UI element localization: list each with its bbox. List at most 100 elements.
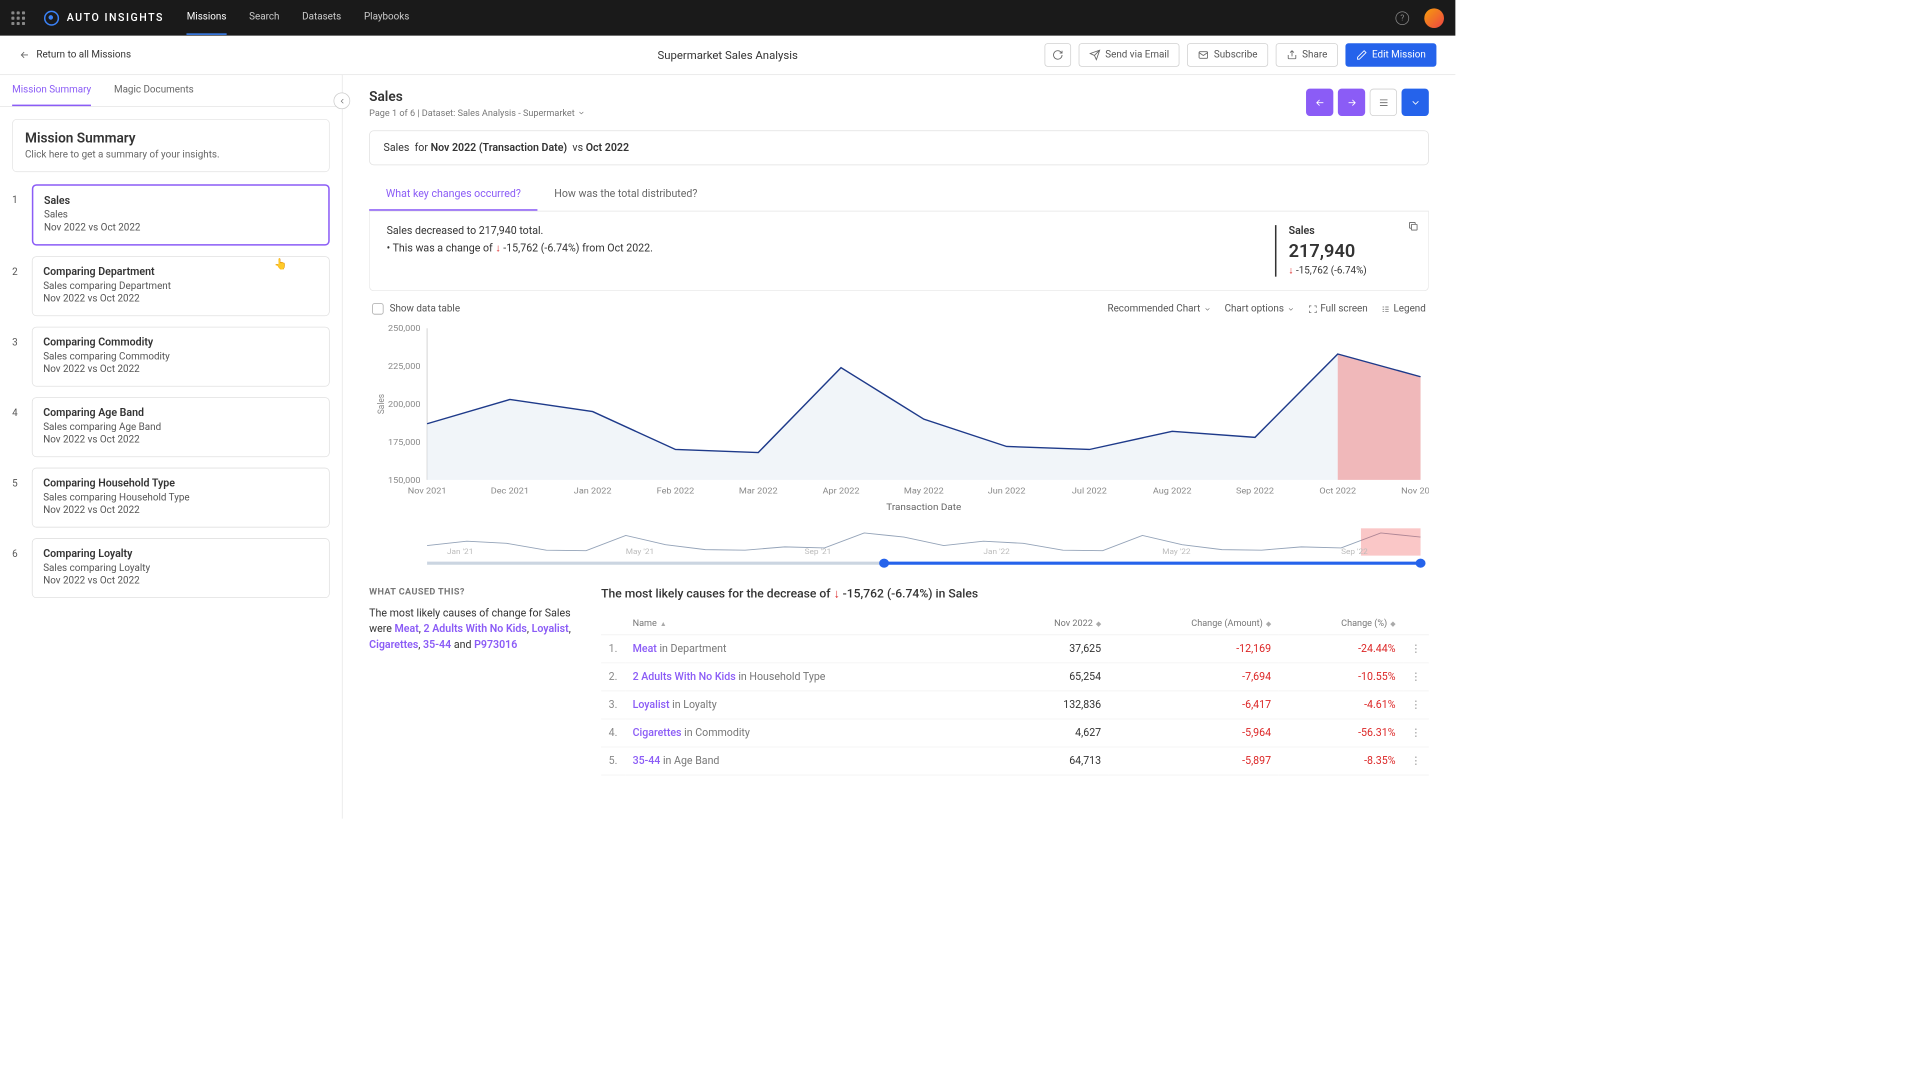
prev-page-button[interactable] <box>1306 89 1333 116</box>
table-row[interactable]: 2. 2 Adults With No Kids in Household Ty… <box>601 663 1429 691</box>
nav-missions[interactable]: Missions <box>187 1 227 35</box>
list-view-button[interactable] <box>1370 89 1397 116</box>
nav-datasets[interactable]: Datasets <box>302 1 341 35</box>
sort-icon: ◆ <box>1266 621 1271 629</box>
share-button[interactable]: Share <box>1276 43 1338 66</box>
insight-line: Sales decreased to 217,940 total. <box>387 225 653 237</box>
expand-button[interactable] <box>1402 89 1429 116</box>
collapse-sidebar-button[interactable] <box>334 92 351 109</box>
avatar[interactable] <box>1424 8 1444 28</box>
svg-text:Transaction Date: Transaction Date <box>886 502 961 513</box>
legend-button[interactable]: Legend <box>1381 303 1425 314</box>
insight-card-2[interactable]: Comparing Commodity Sales comparing Comm… <box>32 327 330 387</box>
row-menu-button[interactable]: ⋮ <box>1403 719 1429 747</box>
insight-card-1[interactable]: Comparing Department Sales comparing Dep… <box>32 256 330 316</box>
return-link[interactable]: Return to all Missions <box>19 49 131 60</box>
subscribe-button[interactable]: Subscribe <box>1187 43 1268 66</box>
main-chart[interactable]: 150,000175,000200,000225,000250,000Sales… <box>369 321 1429 518</box>
svg-text:150,000: 150,000 <box>388 476 421 486</box>
causes-table-title: The most likely causes for the decrease … <box>601 586 1429 601</box>
logo-icon <box>44 10 59 25</box>
svg-text:May '22: May '22 <box>1162 547 1191 556</box>
fullscreen-button[interactable]: Full screen <box>1308 303 1368 314</box>
table-row[interactable]: 5. 35-44 in Age Band 64,713 -5,897 -8.35… <box>601 747 1429 775</box>
insight-panel: Sales decreased to 217,940 total. • This… <box>369 211 1429 291</box>
down-arrow-icon: ↓ <box>1289 265 1296 276</box>
col-nov[interactable]: Nov 2022◆ <box>997 612 1108 635</box>
topbar: AUTO INSIGHTS Missions Search Datasets P… <box>0 0 1455 36</box>
show-table-checkbox[interactable] <box>372 303 383 314</box>
svg-text:Jan 2022: Jan 2022 <box>574 487 612 497</box>
page-meta: Page 1 of 6 | Dataset: Sales Analysis - … <box>369 108 575 119</box>
nav-search[interactable]: Search <box>249 1 279 35</box>
summary-box[interactable]: Mission Summary Click here to get a summ… <box>12 119 330 172</box>
table-row[interactable]: 1. Meat in Department 37,625 -12,169 -24… <box>601 635 1429 663</box>
chevron-down-icon <box>1203 305 1211 313</box>
sidebar: Mission Summary Magic Documents Mission … <box>0 75 343 819</box>
svg-text:Jun 2022: Jun 2022 <box>988 487 1026 497</box>
next-page-button[interactable] <box>1338 89 1365 116</box>
table-row[interactable]: 4. Cigarettes in Commodity 4,627 -5,964 … <box>601 719 1429 747</box>
arrow-left-icon <box>19 49 30 60</box>
insight-card-5[interactable]: Comparing Loyalty Sales comparing Loyalt… <box>32 538 330 598</box>
brand-name: AUTO INSIGHTS <box>67 12 164 24</box>
main-content: Sales Page 1 of 6 | Dataset: Sales Analy… <box>343 75 1456 819</box>
mission-title: Supermarket Sales Analysis <box>657 48 797 62</box>
edit-mission-button[interactable]: Edit Mission <box>1345 43 1436 66</box>
kpi-label: Sales <box>1289 225 1412 237</box>
summary-sub: Click here to get a summary of your insi… <box>25 149 317 160</box>
top-nav: Missions Search Datasets Playbooks <box>187 1 410 35</box>
chevron-down-icon[interactable] <box>578 109 586 117</box>
return-label: Return to all Missions <box>36 49 131 60</box>
insight-list: 1 Sales Sales Nov 2022 vs Oct 2022 👆 2 C… <box>0 184 342 598</box>
tab-mission-summary[interactable]: Mission Summary <box>12 75 91 106</box>
svg-text:225,000: 225,000 <box>388 362 421 372</box>
qtab-key-changes[interactable]: What key changes occurred? <box>369 179 537 211</box>
col-pct[interactable]: Change (%)◆ <box>1279 612 1403 635</box>
filter-bar[interactable]: Sales for Nov 2022 (Transaction Date) vs… <box>369 130 1429 165</box>
chevron-left-icon <box>338 97 346 105</box>
svg-text:May 2022: May 2022 <box>904 487 944 497</box>
help-icon[interactable]: ? <box>1395 11 1409 25</box>
svg-text:Jan '21: Jan '21 <box>447 547 473 556</box>
table-row[interactable]: 3. Loyalist in Loyalty 132,836 -6,417 -4… <box>601 691 1429 719</box>
copy-icon <box>1408 221 1419 232</box>
chart-options-dropdown[interactable]: Chart options <box>1225 303 1295 314</box>
row-menu-button[interactable]: ⋮ <box>1403 747 1429 775</box>
insight-card-3[interactable]: Comparing Age Band Sales comparing Age B… <box>32 397 330 457</box>
row-menu-button[interactable]: ⋮ <box>1403 635 1429 663</box>
subheader: Return to all Missions Supermarket Sales… <box>0 36 1455 75</box>
insight-card-0[interactable]: Sales Sales Nov 2022 vs Oct 2022 👆 <box>32 184 330 245</box>
chevron-down-icon <box>1287 305 1295 313</box>
row-menu-button[interactable]: ⋮ <box>1403 663 1429 691</box>
col-amount[interactable]: Change (Amount)◆ <box>1109 612 1279 635</box>
nav-playbooks[interactable]: Playbooks <box>364 1 409 35</box>
causes-heading: WHAT CAUSED THIS? <box>369 586 581 597</box>
svg-text:Dec 2021: Dec 2021 <box>491 487 529 497</box>
legend-icon <box>1381 304 1390 313</box>
kpi-box: Sales 217,940 ↓ -15,762 (-6.74%) <box>1275 225 1411 277</box>
chevron-down-icon <box>1410 97 1421 108</box>
col-name[interactable]: Name▲ <box>625 612 997 635</box>
arrow-right-icon <box>1346 97 1357 108</box>
svg-text:Apr 2022: Apr 2022 <box>823 487 860 497</box>
timeline-scrubber[interactable]: Jan '21May '21Sep '21Jan '22May '22Sep '… <box>369 525 1429 570</box>
list-icon <box>1378 97 1389 108</box>
apps-icon[interactable] <box>11 11 25 25</box>
insight-card-4[interactable]: Comparing Household Type Sales comparing… <box>32 468 330 528</box>
copy-button[interactable] <box>1408 221 1419 235</box>
refresh-button[interactable] <box>1045 43 1072 66</box>
recommended-chart-dropdown[interactable]: Recommended Chart <box>1107 303 1210 314</box>
svg-text:175,000: 175,000 <box>388 438 421 448</box>
tab-magic-documents[interactable]: Magic Documents <box>114 75 194 106</box>
qtab-distribution[interactable]: How was the total distributed? <box>538 179 714 211</box>
refresh-icon <box>1052 49 1063 60</box>
svg-text:Nov 2021: Nov 2021 <box>408 487 447 497</box>
svg-text:Sep 2022: Sep 2022 <box>1236 487 1274 497</box>
sort-icon: ◆ <box>1096 621 1101 629</box>
row-menu-button[interactable]: ⋮ <box>1403 691 1429 719</box>
causes-table: Name▲ Nov 2022◆ Change (Amount)◆ Change … <box>601 612 1429 776</box>
svg-text:Jan '22: Jan '22 <box>983 547 1010 556</box>
send-email-button[interactable]: Send via Email <box>1079 43 1180 66</box>
fullscreen-icon <box>1308 304 1317 313</box>
